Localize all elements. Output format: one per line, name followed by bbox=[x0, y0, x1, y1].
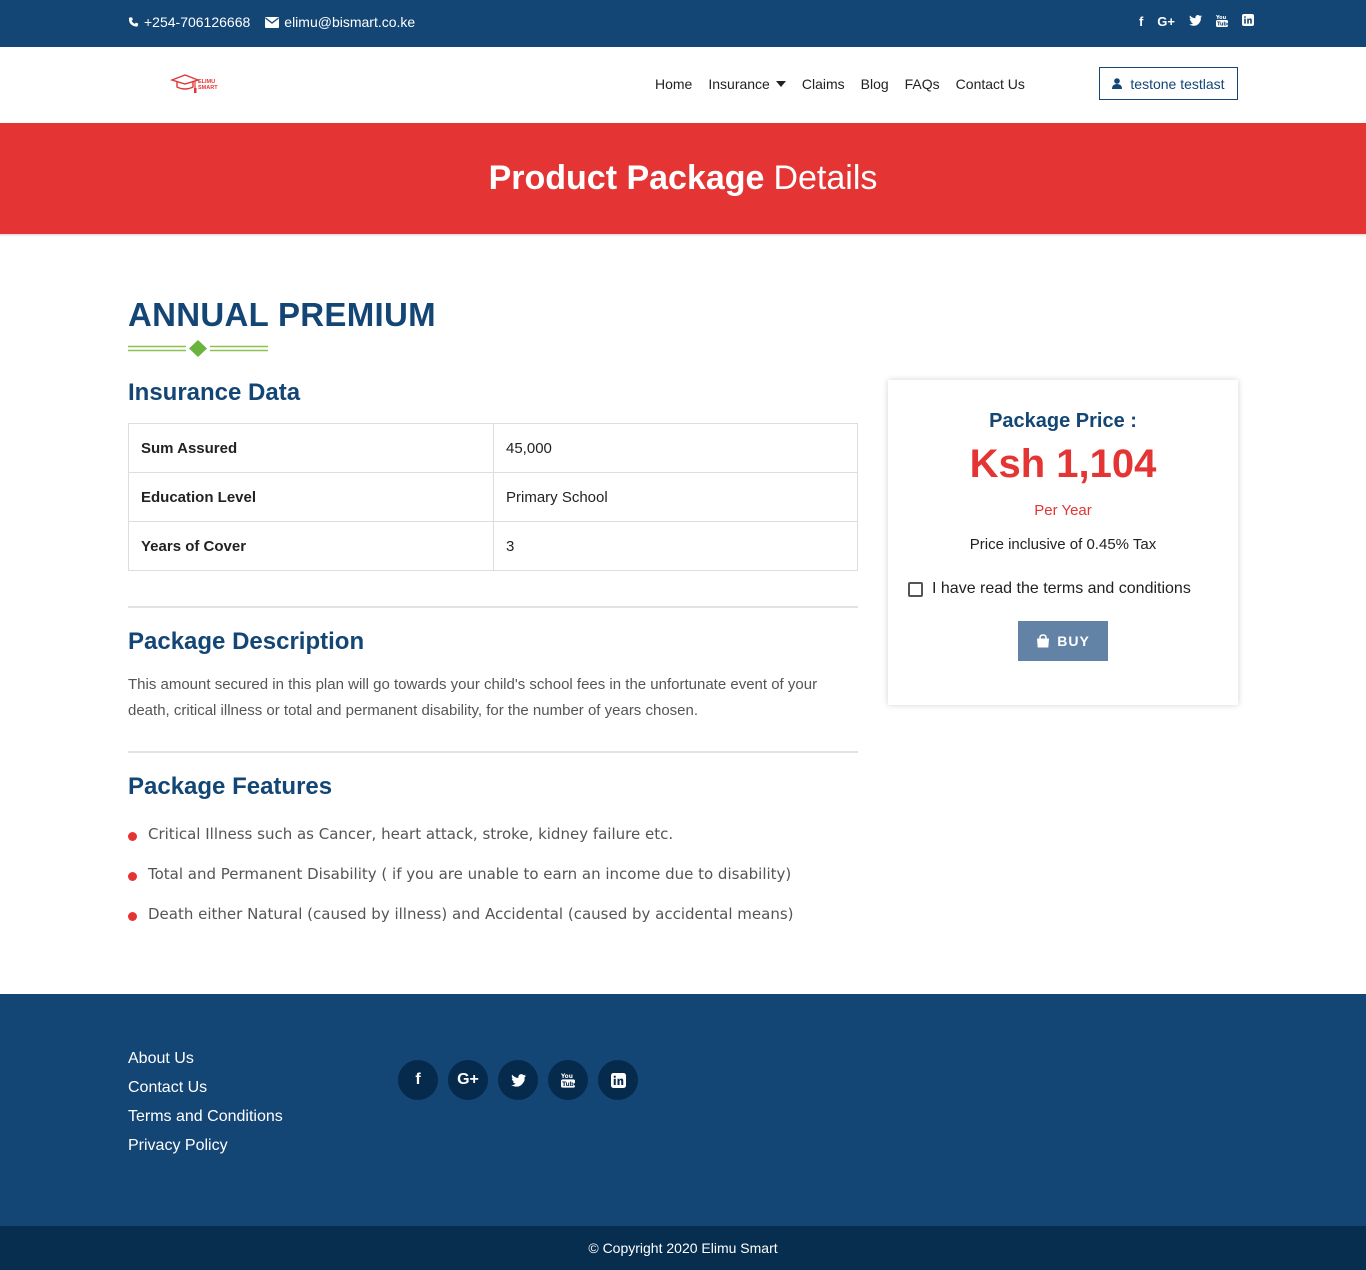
bullet-dot-icon bbox=[128, 871, 137, 881]
nav-contact-us[interactable]: Contact Us bbox=[956, 76, 1025, 92]
user-name: testone testlast bbox=[1130, 75, 1225, 92]
copyright-text: © Copyright 2020 Elimu Smart bbox=[588, 1240, 778, 1256]
package-description-title: Package Description bbox=[128, 628, 365, 655]
feature-text: Death either Natural (caused by illness)… bbox=[148, 905, 794, 923]
facebook-icon[interactable]: f bbox=[398, 1060, 438, 1100]
package-price-amount: Ksh 1,104 bbox=[969, 442, 1157, 486]
table-key: Years of Cover bbox=[128, 521, 494, 571]
terms-agreement[interactable]: I have read the terms and conditions bbox=[908, 580, 1191, 598]
buy-label: BUY bbox=[1057, 633, 1090, 649]
phone-contact[interactable]: +254-706126668 bbox=[128, 14, 250, 30]
page-banner: Product Package Details bbox=[0, 123, 1366, 234]
terms-checkbox[interactable] bbox=[908, 581, 923, 597]
user-account-button[interactable]: testone testlast bbox=[1099, 67, 1238, 100]
price-period: Per Year bbox=[1034, 502, 1092, 519]
nav-insurance-dropdown[interactable]: Insurance bbox=[708, 76, 786, 92]
buy-button[interactable]: BUY bbox=[1018, 621, 1108, 661]
phone-icon bbox=[128, 17, 139, 27]
table-row: Sum Assured 45,000 bbox=[128, 423, 858, 473]
price-card: Package Price : Ksh 1,104 Per Year Price… bbox=[888, 380, 1238, 705]
facebook-icon[interactable]: f bbox=[1139, 14, 1143, 30]
page-title: ANNUAL PREMIUM bbox=[128, 296, 436, 333]
table-value: 45,000 bbox=[493, 423, 858, 473]
list-item: Death either Natural (caused by illness)… bbox=[128, 894, 794, 934]
package-description-text: This amount secured in this plan will go… bbox=[128, 676, 818, 719]
package-features-list: Critical Illness such as Cancer, heart a… bbox=[128, 814, 794, 934]
shopping-bag-icon bbox=[1037, 634, 1050, 648]
twitter-icon[interactable] bbox=[1189, 14, 1202, 30]
email-contact[interactable]: elimu@bismart.co.ke bbox=[265, 14, 415, 30]
main-navbar: ELIMU SMART Home Insurance Claims Blog F… bbox=[0, 47, 1366, 123]
envelope-icon bbox=[265, 16, 280, 28]
title-divider-decoration bbox=[128, 340, 268, 357]
linkedin-icon[interactable] bbox=[1242, 14, 1254, 30]
banner-shadow bbox=[0, 234, 1366, 237]
package-features-title: Package Features bbox=[128, 773, 333, 800]
phone-number: +254-706126668 bbox=[144, 14, 251, 30]
svg-text:You: You bbox=[561, 1074, 573, 1080]
contact-info: +254-706126668 elimu@bismart.co.ke bbox=[128, 14, 415, 30]
bullet-dot-icon bbox=[128, 911, 137, 921]
footer-links: About Us Contact Us Terms and Conditions… bbox=[128, 1050, 283, 1166]
nav-links: Home Insurance Claims Blog FAQs Contact … bbox=[655, 76, 1025, 92]
email-address: elimu@bismart.co.ke bbox=[284, 14, 416, 30]
svg-text:Tube: Tube bbox=[562, 1082, 575, 1088]
footer-link-about-us[interactable]: About Us bbox=[128, 1050, 283, 1079]
table-key: Sum Assured bbox=[128, 423, 494, 473]
table-row: Years of Cover 3 bbox=[128, 521, 858, 571]
list-item: Critical Illness such as Cancer, heart a… bbox=[128, 814, 794, 854]
price-tax-note: Price inclusive of 0.45% Tax bbox=[969, 536, 1157, 553]
copyright-bar: © Copyright 2020 Elimu Smart bbox=[0, 1226, 1366, 1270]
twitter-icon[interactable] bbox=[498, 1060, 538, 1100]
section-divider bbox=[128, 751, 858, 753]
banner-title-bold: Product Package bbox=[488, 159, 765, 197]
footer-link-contact-us[interactable]: Contact Us bbox=[128, 1079, 283, 1108]
insurance-data-table: Sum Assured 45,000 Education Level Prima… bbox=[128, 423, 858, 571]
table-row: Education Level Primary School bbox=[128, 472, 858, 522]
table-key: Education Level bbox=[128, 472, 494, 522]
youtube-icon[interactable]: YouTube bbox=[1215, 14, 1231, 30]
bullet-dot-icon bbox=[128, 831, 137, 841]
nav-home[interactable]: Home bbox=[655, 76, 692, 92]
footer: About Us Contact Us Terms and Conditions… bbox=[0, 994, 1366, 1226]
table-value: Primary School bbox=[493, 472, 858, 522]
feature-text: Total and Permanent Disability ( if you … bbox=[148, 865, 792, 883]
nav-insurance-label: Insurance bbox=[708, 76, 770, 92]
user-icon bbox=[1112, 78, 1123, 89]
svg-text:SMART: SMART bbox=[198, 85, 218, 91]
footer-social-links: f G+ You Tube bbox=[398, 1060, 638, 1100]
google-plus-icon[interactable]: G+ bbox=[1157, 14, 1175, 30]
package-price-label: Package Price : bbox=[989, 410, 1137, 432]
youtube-icon[interactable]: You Tube bbox=[548, 1060, 588, 1100]
top-bar: +254-706126668 elimu@bismart.co.ke f G+ … bbox=[0, 0, 1366, 47]
terms-label: I have read the terms and conditions bbox=[932, 580, 1191, 597]
nav-blog[interactable]: Blog bbox=[861, 76, 889, 92]
google-plus-icon[interactable]: G+ bbox=[448, 1060, 488, 1100]
linkedin-icon[interactable] bbox=[598, 1060, 638, 1100]
nav-claims[interactable]: Claims bbox=[802, 76, 845, 92]
insurance-data-title: Insurance Data bbox=[128, 379, 301, 406]
list-item: Total and Permanent Disability ( if you … bbox=[128, 854, 794, 894]
top-social-links: f G+ YouTube bbox=[1139, 14, 1254, 30]
feature-text: Critical Illness such as Cancer, heart a… bbox=[148, 825, 674, 843]
svg-text:Tube: Tube bbox=[1217, 22, 1228, 28]
table-value: 3 bbox=[493, 521, 858, 571]
nav-faqs[interactable]: FAQs bbox=[905, 76, 940, 92]
section-divider bbox=[128, 606, 858, 608]
banner-title-rest: Details bbox=[773, 159, 878, 197]
elimu-smart-logo[interactable]: ELIMU SMART bbox=[169, 73, 224, 97]
caret-down-icon bbox=[775, 81, 786, 87]
footer-link-terms[interactable]: Terms and Conditions bbox=[128, 1108, 283, 1137]
footer-link-privacy[interactable]: Privacy Policy bbox=[128, 1137, 283, 1166]
